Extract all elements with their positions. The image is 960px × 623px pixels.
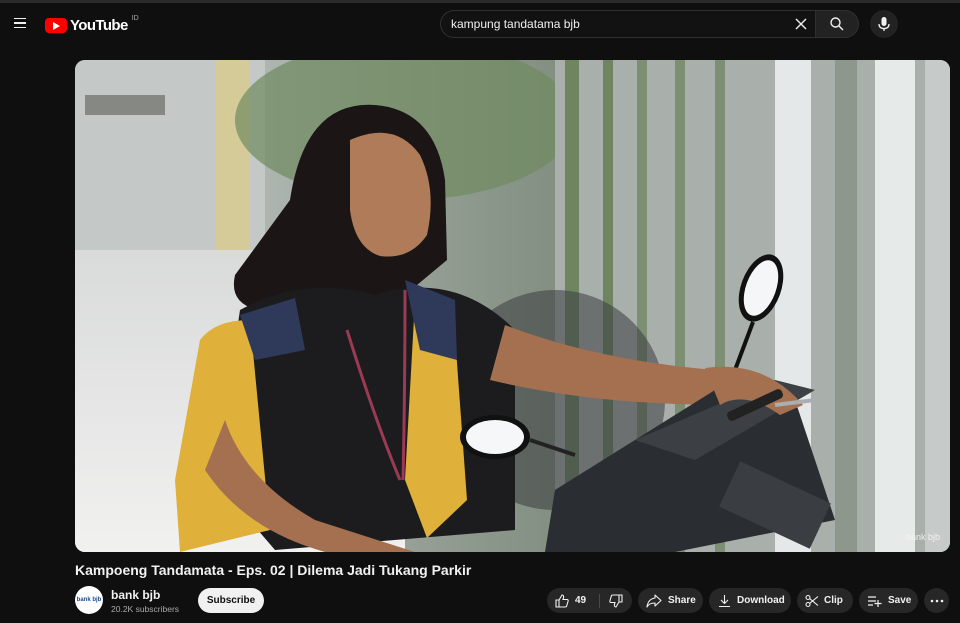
avatar[interactable]: bank bjb <box>75 586 103 614</box>
search-button[interactable] <box>815 10 859 38</box>
scissors-icon <box>805 594 819 607</box>
search-box <box>440 10 815 38</box>
share-label: Share <box>668 595 696 606</box>
channel-watermark: bank bjb <box>905 532 940 542</box>
share-icon <box>646 593 662 608</box>
video-player[interactable]: bank bjb <box>75 60 950 552</box>
youtube-logo-icon <box>45 17 67 33</box>
search-icon <box>830 17 844 31</box>
like-button[interactable]: 49 <box>547 588 599 613</box>
voice-search-button[interactable] <box>870 10 898 38</box>
subscriber-count: 20.2K subscribers <box>111 604 180 614</box>
avatar-text: bank bjb <box>76 597 102 603</box>
clip-button[interactable]: Clip <box>797 588 853 613</box>
playlist-add-icon <box>868 595 882 607</box>
close-icon[interactable] <box>793 16 809 32</box>
mic-icon <box>878 17 890 31</box>
download-label: Download <box>737 595 785 606</box>
thumbs-down-icon <box>609 593 623 608</box>
save-label: Save <box>888 595 912 606</box>
like-count: 49 <box>575 595 587 606</box>
more-icon <box>930 599 943 602</box>
save-button[interactable]: Save <box>859 588 918 613</box>
more-actions-button[interactable] <box>924 588 949 613</box>
like-dislike-group: 49 <box>547 588 632 613</box>
dislike-button[interactable] <box>600 588 632 613</box>
video-title: Kampoeng Tandamata - Eps. 02 | Dilema Ja… <box>75 562 472 578</box>
region-code: ID <box>131 14 139 22</box>
youtube-logo[interactable]: YouTube ID <box>45 14 139 35</box>
logo-text: YouTube <box>70 16 128 34</box>
menu-icon[interactable] <box>8 11 32 35</box>
clip-label: Clip <box>824 595 843 606</box>
download-button[interactable]: Download <box>709 588 791 613</box>
video-frame <box>75 60 950 552</box>
subscribe-button[interactable]: Subscribe <box>198 588 264 613</box>
share-button[interactable]: Share <box>638 588 703 613</box>
download-icon <box>719 594 730 607</box>
search-input[interactable] <box>451 17 781 31</box>
thumbs-up-icon <box>555 593 569 608</box>
channel-name[interactable]: bank bjb <box>111 588 160 602</box>
